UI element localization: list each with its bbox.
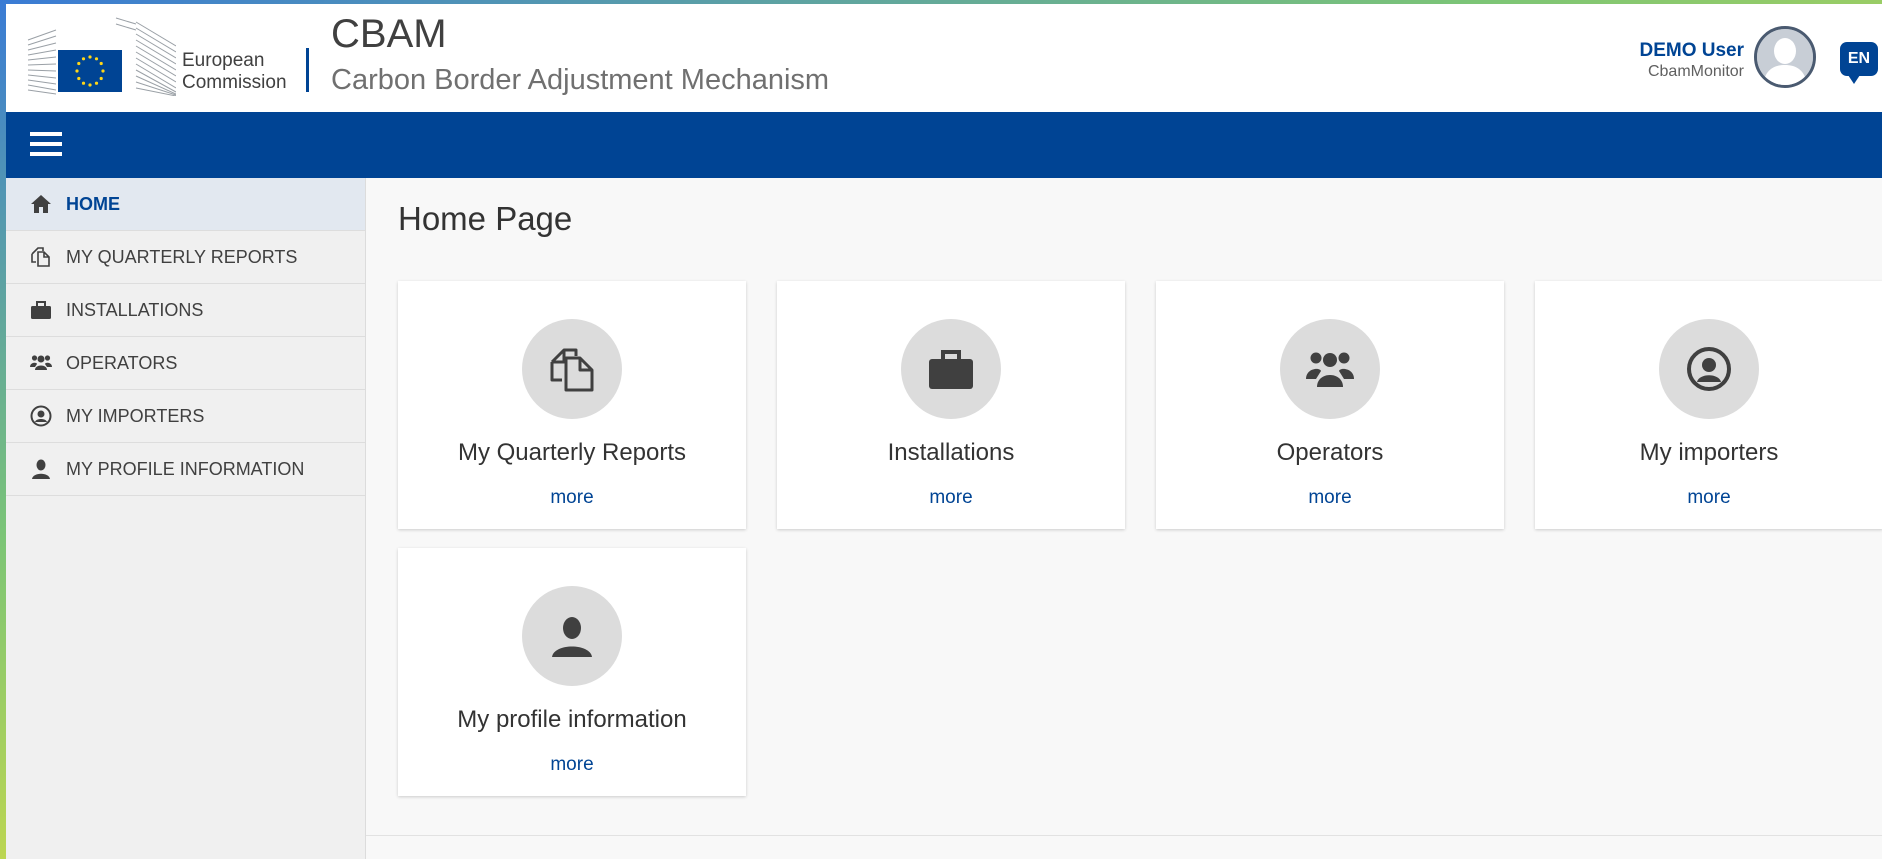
sidebar-item-label: MY PROFILE INFORMATION [66, 458, 305, 479]
sidebar-item-my-importers[interactable]: MY IMPORTERS [6, 390, 365, 443]
card-icon-circle [901, 319, 1001, 419]
card-icon-circle [1280, 319, 1380, 419]
ec-building-icon [27, 17, 176, 96]
sidebar-item-installations[interactable]: INSTALLATIONS [6, 284, 365, 337]
user-icon [552, 617, 592, 657]
card-my-importers[interactable]: My importers more [1535, 281, 1882, 529]
sidebar-item-home[interactable]: HOME [6, 178, 365, 231]
card-icon-circle [522, 319, 622, 419]
user-circle-icon [1687, 347, 1731, 391]
sidebar-item-quarterly-reports[interactable]: MY QUARTERLY REPORTS [6, 231, 365, 284]
home-icon [28, 192, 54, 216]
sidebar: HOME MY QUARTERLY REPORTS INSTALLATIONS … [6, 178, 366, 859]
card-title: Installations [887, 439, 1015, 466]
more-link[interactable]: more [1156, 487, 1504, 509]
menu-toggle-icon[interactable] [30, 132, 62, 158]
user-role: CbamMonitor [1647, 63, 1744, 80]
logo-line-2: Commission [182, 72, 287, 93]
documents-icon [28, 245, 54, 269]
avatar[interactable] [1754, 26, 1816, 88]
card-profile-information[interactable]: My profile information more [398, 548, 746, 796]
more-link[interactable]: more [777, 487, 1125, 509]
card-icon-circle [522, 586, 622, 686]
card-installations[interactable]: Installations more [777, 281, 1125, 529]
user-circle-icon [28, 404, 54, 428]
sidebar-item-label: INSTALLATIONS [66, 299, 204, 320]
footer-divider [366, 835, 1882, 836]
user-name: DEMO User [1639, 40, 1744, 61]
user-info[interactable]: DEMO User CbamMonitor [1639, 40, 1744, 82]
card-title: My profile information [457, 706, 687, 733]
sidebar-item-operators[interactable]: OPERATORS [6, 337, 365, 390]
more-link[interactable]: more [398, 754, 746, 776]
user-icon [28, 457, 54, 481]
app-title: CBAM [331, 12, 447, 56]
top-navbar [6, 112, 1882, 178]
language-selector[interactable]: EN [1840, 42, 1878, 84]
app-window: European Commission CBAM Carbon Border A… [6, 4, 1882, 859]
logo-divider [306, 48, 309, 92]
card-title: My Quarterly Reports [457, 439, 687, 466]
sidebar-item-label: HOME [66, 193, 120, 214]
users-icon [1306, 352, 1354, 387]
main-content: Home Page My Quarterly Reports more Inst… [366, 178, 1882, 859]
card-quarterly-reports[interactable]: My Quarterly Reports more [398, 281, 746, 529]
briefcase-icon [28, 298, 54, 322]
header: European Commission CBAM Carbon Border A… [6, 4, 1882, 112]
card-operators[interactable]: Operators more [1156, 281, 1504, 529]
european-commission-logo[interactable]: European Commission [26, 16, 316, 98]
sidebar-item-profile-information[interactable]: MY PROFILE INFORMATION [6, 443, 365, 496]
users-icon [28, 351, 54, 375]
more-link[interactable]: more [1535, 487, 1882, 509]
sidebar-item-label: MY IMPORTERS [66, 405, 205, 426]
page-title: Home Page [398, 200, 573, 237]
logo-line-1: European [182, 50, 265, 71]
card-icon-circle [1659, 319, 1759, 419]
card-title: My importers [1639, 439, 1779, 466]
app-subtitle: Carbon Border Adjustment Mechanism [331, 64, 830, 96]
logo-text: European Commission [182, 50, 287, 94]
sidebar-item-label: MY QUARTERLY REPORTS [66, 246, 298, 267]
card-title: Operators [1276, 439, 1384, 466]
briefcase-icon [929, 350, 973, 389]
avatar-silhouette-icon [1757, 29, 1813, 85]
documents-icon [550, 348, 594, 392]
more-link[interactable]: more [398, 487, 746, 509]
sidebar-item-label: OPERATORS [66, 352, 178, 373]
